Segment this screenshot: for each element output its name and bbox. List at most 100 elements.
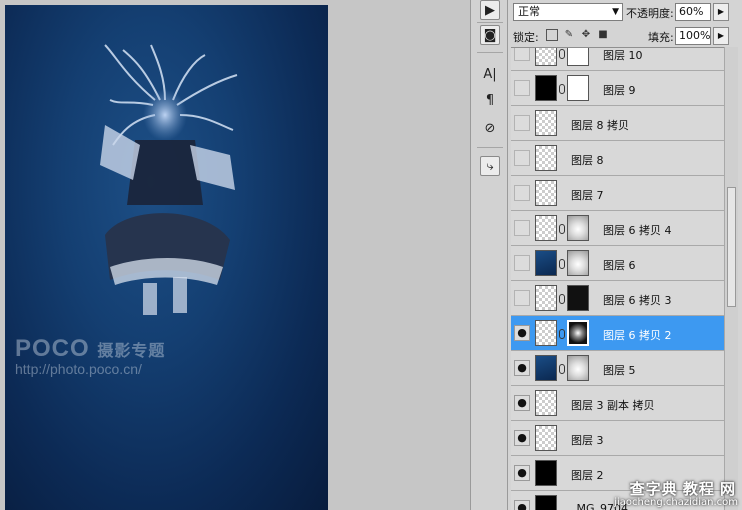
- site-watermark-url: jiaocheng.chazidian.com: [614, 497, 738, 508]
- layer-thumbnail[interactable]: [535, 110, 557, 136]
- visibility-toggle[interactable]: [514, 150, 530, 166]
- layer-comps-icon[interactable]: ⤷: [480, 156, 500, 176]
- blend-mode-value: 正常: [518, 5, 540, 18]
- fill-slider-button[interactable]: ▶: [713, 27, 729, 45]
- visibility-toggle[interactable]: [514, 185, 530, 201]
- poco-watermark: POCO 摄影专题 http://photo.poco.cn/: [15, 335, 165, 377]
- layers-icon[interactable]: ◙: [480, 25, 500, 45]
- eye-icon[interactable]: ●: [514, 395, 530, 411]
- link-chain-icon[interactable]: [559, 329, 565, 339]
- layer-row[interactable]: 图层 6: [511, 246, 731, 281]
- layer-thumbnail[interactable]: [535, 48, 557, 66]
- play-icon[interactable]: ▶: [480, 0, 500, 20]
- visibility-toggle[interactable]: [514, 220, 530, 236]
- lock-transparency-icon[interactable]: [546, 29, 558, 41]
- visibility-toggle[interactable]: [514, 255, 530, 271]
- layer-thumbnail[interactable]: [535, 425, 557, 451]
- layer-mask-thumbnail[interactable]: [567, 355, 589, 381]
- layer-row[interactable]: 图层 8 拷贝: [511, 106, 731, 141]
- layers-panel: 正常 ▼ 不透明度: 60% ▶ 锁定: ✎ ✥ ■ 填充: 100% ▶ 图层…: [508, 0, 742, 510]
- layer-name: 图层 2: [571, 469, 604, 482]
- layer-name: 图层 5: [603, 364, 636, 377]
- layer-thumbnail[interactable]: [535, 215, 557, 241]
- link-chain-icon[interactable]: [559, 294, 565, 304]
- layer-thumbnail[interactable]: [535, 460, 557, 486]
- visibility-toggle[interactable]: [514, 48, 530, 61]
- layer-thumbnail[interactable]: [535, 285, 557, 311]
- layer-name: 图层 6: [603, 259, 636, 272]
- fill-input[interactable]: 100%: [675, 27, 711, 45]
- layer-name: 图层 7: [571, 189, 604, 202]
- layer-thumbnail[interactable]: [535, 145, 557, 171]
- layer-row[interactable]: 图层 10: [511, 48, 731, 71]
- layer-thumbnail[interactable]: [535, 180, 557, 206]
- visibility-toggle[interactable]: [514, 115, 530, 131]
- link-chain-icon[interactable]: [559, 49, 565, 59]
- layer-thumbnail[interactable]: [535, 390, 557, 416]
- layer-row[interactable]: 图层 8: [511, 141, 731, 176]
- layer-list: 图层 10 图层 9 图层 8 拷贝 图层 8 图层 7 图层 6 拷贝 4 图层 6 图层 …: [511, 47, 731, 510]
- blend-mode-select[interactable]: 正常 ▼: [513, 3, 623, 21]
- layer-name: 图层 6 拷贝 4: [603, 224, 672, 237]
- watermark-brand: POCO: [15, 335, 90, 362]
- layer-row[interactable]: 图层 6 拷贝 4: [511, 211, 731, 246]
- chevron-down-icon: ▼: [612, 7, 619, 17]
- layer-mask-thumbnail[interactable]: [567, 215, 589, 241]
- panel-dock-strip: ▶ ◙ A| ¶ ⊘ ⤷: [470, 0, 508, 510]
- circle-slash-icon[interactable]: ⊘: [480, 118, 500, 138]
- character-icon[interactable]: A|: [480, 64, 500, 84]
- link-chain-icon[interactable]: [559, 259, 565, 269]
- link-chain-icon[interactable]: [559, 224, 565, 234]
- layer-row[interactable]: 图层 7: [511, 176, 731, 211]
- layer-list-scrollbar[interactable]: [724, 47, 738, 510]
- layer-row[interactable]: ● 图层 5: [511, 351, 731, 386]
- visibility-toggle[interactable]: [514, 290, 530, 306]
- layer-row[interactable]: ● 图层 6 拷贝 2: [511, 316, 731, 351]
- lock-label: 锁定:: [513, 31, 539, 44]
- opacity-label: 不透明度:: [626, 7, 674, 20]
- figure-illustration: [100, 44, 238, 315]
- layer-name: 图层 10: [603, 49, 643, 62]
- visibility-toggle[interactable]: [514, 80, 530, 96]
- eye-icon[interactable]: ●: [514, 430, 530, 446]
- eye-icon[interactable]: ●: [514, 500, 530, 510]
- opacity-input[interactable]: 60%: [675, 3, 711, 21]
- layer-mask-thumbnail[interactable]: [567, 75, 589, 101]
- paragraph-icon[interactable]: ¶: [480, 90, 500, 110]
- eye-icon[interactable]: ●: [514, 360, 530, 376]
- document-image[interactable]: POCO 摄影专题 http://photo.poco.cn/: [5, 5, 328, 510]
- layer-row[interactable]: 图层 6 拷贝 3: [511, 281, 731, 316]
- layer-mask-thumbnail[interactable]: [567, 320, 589, 346]
- dock-divider: [477, 147, 503, 148]
- layer-mask-thumbnail[interactable]: [567, 48, 589, 66]
- layer-row[interactable]: 图层 9: [511, 71, 731, 106]
- move-lock-icon[interactable]: ✥: [580, 29, 592, 41]
- scrollbar-thumb[interactable]: [727, 187, 736, 307]
- lock-all-icon[interactable]: ■: [597, 29, 609, 41]
- layer-row[interactable]: ● 图层 3 副本 拷贝: [511, 386, 731, 421]
- layer-name: 图层 3: [571, 434, 604, 447]
- blend-row: 正常 ▼ 不透明度: 60% ▶: [508, 0, 742, 24]
- opacity-slider-button[interactable]: ▶: [713, 3, 729, 21]
- layer-row[interactable]: ● 图层 3: [511, 421, 731, 456]
- brush-lock-icon[interactable]: ✎: [563, 29, 575, 41]
- canvas-area: POCO 摄影专题 http://photo.poco.cn/: [0, 0, 470, 510]
- layer-thumbnail[interactable]: [535, 320, 557, 346]
- fill-label: 填充:: [648, 31, 674, 44]
- layer-mask-thumbnail[interactable]: [567, 285, 589, 311]
- link-chain-icon[interactable]: [559, 84, 565, 94]
- layer-mask-thumbnail[interactable]: [567, 250, 589, 276]
- lock-row: 锁定: ✎ ✥ ■ 填充: 100% ▶: [508, 25, 742, 47]
- layer-name: 图层 8: [571, 154, 604, 167]
- eye-icon[interactable]: ●: [514, 325, 530, 341]
- site-watermark-title: 查字典 教程 网: [629, 481, 736, 498]
- eye-icon[interactable]: ●: [514, 465, 530, 481]
- layer-thumbnail[interactable]: [535, 495, 557, 510]
- layer-thumbnail[interactable]: [535, 355, 557, 381]
- link-chain-icon[interactable]: [559, 364, 565, 374]
- layer-name: 图层 8 拷贝: [571, 119, 629, 132]
- layer-name: 图层 3 副本 拷贝: [571, 399, 655, 412]
- layer-thumbnail[interactable]: [535, 250, 557, 276]
- layer-thumbnail[interactable]: [535, 75, 557, 101]
- site-watermark: 查字典 教程 网 jiaocheng.chazidian.com: [604, 478, 742, 510]
